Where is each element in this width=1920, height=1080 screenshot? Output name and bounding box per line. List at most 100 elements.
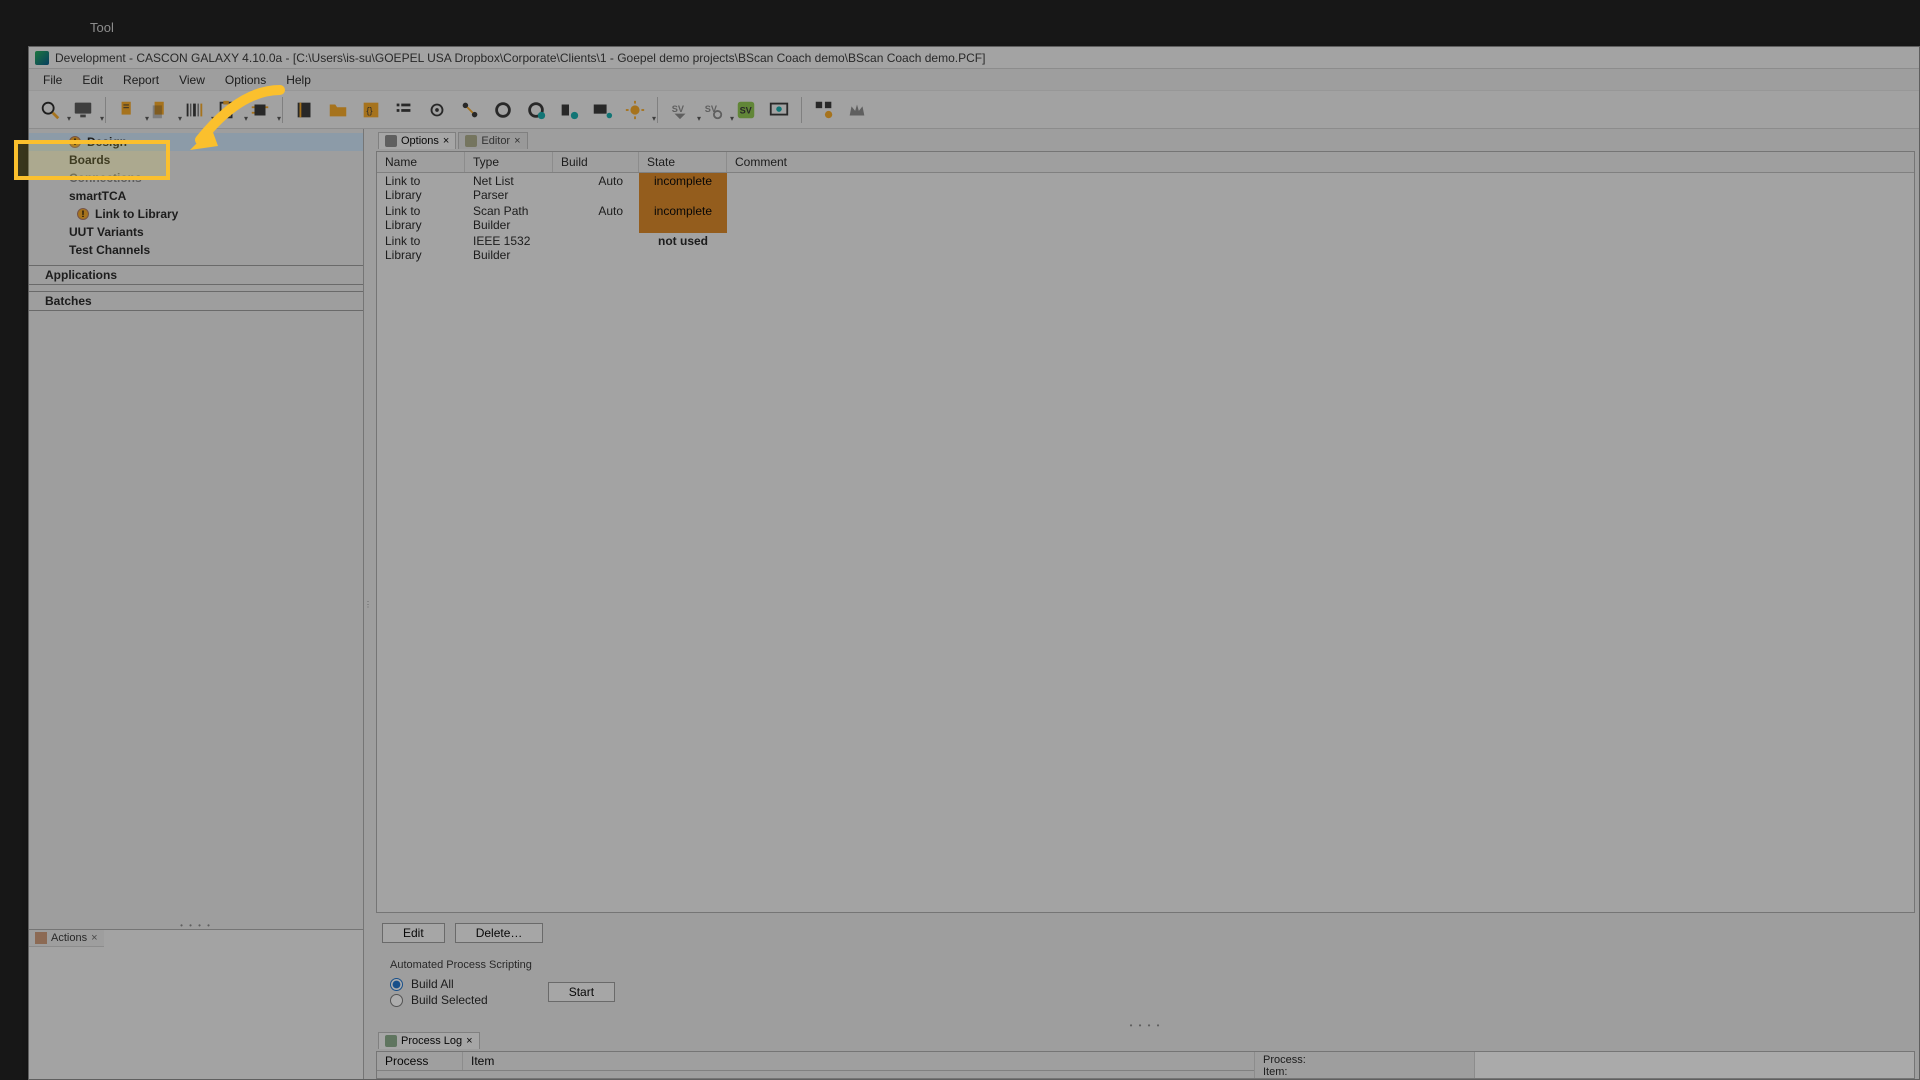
col-name[interactable]: Name (377, 152, 465, 172)
app-icon (35, 51, 49, 65)
menu-options[interactable]: Options (215, 71, 276, 89)
table-row[interactable]: Link to LibraryIEEE 1532 Buildernot used (377, 233, 1914, 263)
tab-options[interactable]: Options × (378, 132, 456, 149)
tool-folder-icon[interactable] (323, 95, 353, 125)
tree-boards[interactable]: Boards (29, 151, 363, 169)
toolbar-separator (282, 97, 283, 123)
cell-comment (727, 233, 1914, 263)
radio-build-all-input[interactable] (390, 978, 403, 991)
tool-monitor-icon[interactable] (68, 95, 98, 125)
cell-state: incomplete (639, 203, 727, 233)
right-pane: Options × Editor × Name Type Build State… (372, 129, 1919, 1079)
start-button[interactable]: Start (548, 982, 615, 1002)
status-process-label: Process: (1263, 1054, 1466, 1066)
tool-sun-icon[interactable] (620, 95, 650, 125)
splitter-horizontal[interactable]: • • • • (372, 1021, 1919, 1029)
tree-design[interactable]: ! Design (29, 133, 363, 151)
data-table: Name Type Build State Comment Link to Li… (376, 151, 1915, 913)
tool-probe-icon[interactable] (554, 95, 584, 125)
tool-gear2-icon[interactable] (488, 95, 518, 125)
col-type[interactable]: Type (465, 152, 553, 172)
cell-build: Auto (553, 203, 639, 233)
scripting-group: Automated Process Scripting Build All Bu… (382, 953, 1909, 1017)
edit-button[interactable]: Edit (382, 923, 445, 943)
tab-process-log[interactable]: Process Log × (378, 1032, 480, 1049)
project-tree: ⌄ ! Design Boards Connections smartTCA !… (29, 129, 363, 921)
close-icon[interactable]: × (443, 135, 449, 147)
tool-doc2-icon[interactable] (146, 95, 176, 125)
chevron-down-icon[interactable]: ⌄ (37, 136, 45, 147)
tool-book-icon[interactable] (290, 95, 320, 125)
tool-script-icon[interactable]: {} (356, 95, 386, 125)
tree-batches[interactable]: Batches (29, 291, 363, 311)
tab-editor-label: Editor (481, 135, 510, 147)
tab-editor[interactable]: Editor × (458, 132, 527, 149)
close-icon[interactable]: × (466, 1035, 472, 1047)
menu-file[interactable]: File (33, 71, 72, 89)
tab-options-label: Options (401, 135, 439, 147)
tool-gear3-icon[interactable] (521, 95, 551, 125)
toolbar-separator (105, 97, 106, 123)
menu-help[interactable]: Help (276, 71, 321, 89)
table-header: Name Type Build State Comment (377, 152, 1914, 173)
menu-edit[interactable]: Edit (72, 71, 113, 89)
cell-type: IEEE 1532 Builder (465, 233, 553, 263)
tool-sv3-icon[interactable]: SV (731, 95, 761, 125)
tool-barcode-icon[interactable] (179, 95, 209, 125)
close-icon[interactable]: × (514, 135, 520, 147)
col-item[interactable]: Item (463, 1052, 1254, 1070)
col-build[interactable]: Build (553, 152, 639, 172)
radio-build-all[interactable]: Build All (390, 977, 488, 991)
col-comment[interactable]: Comment (727, 152, 1914, 172)
cell-type: Scan Path Builder (465, 203, 553, 233)
tool-connect-icon[interactable] (455, 95, 485, 125)
col-process[interactable]: Process (377, 1052, 463, 1070)
tool-magnifier-icon[interactable] (35, 95, 65, 125)
left-pane: ⌄ ! Design Boards Connections smartTCA !… (29, 129, 364, 1079)
delete-button[interactable]: Delete… (455, 923, 544, 943)
actions-tab[interactable]: Actions × (29, 930, 104, 947)
radio-build-selected-input[interactable] (390, 994, 403, 1007)
splitter-horizontal[interactable]: • • • • (29, 921, 363, 929)
process-log-header: Process Item (377, 1052, 1254, 1071)
tree-test-channels[interactable]: Test Channels (29, 241, 363, 259)
tool-chip-icon[interactable] (245, 95, 275, 125)
tool-doc1-icon[interactable] (113, 95, 143, 125)
tool-clipboard-icon[interactable] (212, 95, 242, 125)
cell-comment (727, 203, 1914, 233)
tree-link-label: Link to Library (95, 207, 178, 221)
scripting-title: Automated Process Scripting (390, 959, 1901, 971)
col-state[interactable]: State (639, 152, 727, 172)
splitter-vertical[interactable]: ⋮ (364, 129, 372, 1079)
tool-scope-icon[interactable] (587, 95, 617, 125)
radio-build-selected[interactable]: Build Selected (390, 993, 488, 1007)
tool-list-icon[interactable] (389, 95, 419, 125)
radio-build-all-label: Build All (411, 977, 454, 991)
tool-gear-icon[interactable] (422, 95, 452, 125)
actions-tab-label: Actions (51, 932, 87, 944)
menu-report[interactable]: Report (113, 71, 169, 89)
tool-sv1-icon[interactable]: SV (665, 95, 695, 125)
cell-state: incomplete (639, 173, 727, 203)
process-log-tabrow: Process Log × (372, 1029, 1919, 1049)
tree-smarttca[interactable]: smartTCA (29, 187, 363, 205)
tab-row: Options × Editor × (372, 129, 1919, 149)
status-item-label: Item: (1263, 1066, 1466, 1078)
titlebar: Development - CASCON GALAXY 4.10.0a - [C… (29, 47, 1919, 69)
toolbar: {} SV SV SV (29, 91, 1919, 129)
tree-applications[interactable]: Applications (29, 265, 363, 285)
tool-crown-icon[interactable] (842, 95, 872, 125)
svg-text:SV: SV (740, 105, 753, 115)
table-row[interactable]: Link to LibraryScan Path BuilderAutoinco… (377, 203, 1914, 233)
tree-link-to-library[interactable]: ! Link to Library (29, 205, 363, 223)
menubar: File Edit Report View Options Help (29, 69, 1919, 91)
tree-uut-variants[interactable]: UUT Variants (29, 223, 363, 241)
table-row[interactable]: Link to LibraryNet List ParserAutoincomp… (377, 173, 1914, 203)
tool-blocks-icon[interactable] (809, 95, 839, 125)
tool-display-icon[interactable] (764, 95, 794, 125)
tool-sv2-icon[interactable]: SV (698, 95, 728, 125)
close-icon[interactable]: × (91, 932, 97, 944)
tree-connections[interactable]: Connections (29, 169, 363, 187)
menu-view[interactable]: View (169, 71, 215, 89)
app-window: Development - CASCON GALAXY 4.10.0a - [C… (28, 46, 1920, 1080)
